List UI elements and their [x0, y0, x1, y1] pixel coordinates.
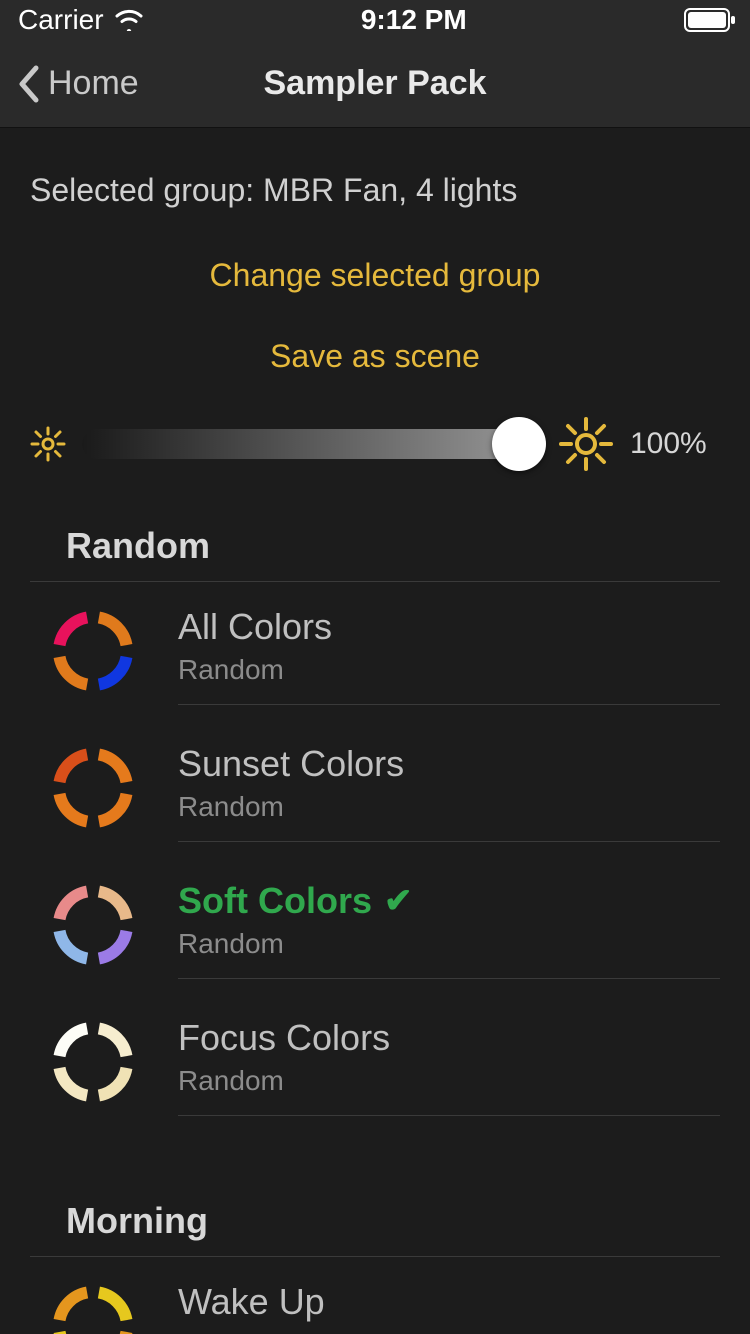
- brightness-high-icon: [558, 416, 614, 472]
- checkmark-icon: ✔: [384, 881, 413, 921]
- slider-track: [82, 429, 542, 459]
- color-ring-icon: [48, 880, 138, 970]
- list-item-title: All Colors: [178, 606, 720, 648]
- battery-icon: [684, 8, 736, 32]
- section-header: Random: [30, 525, 720, 582]
- list-item-text: Sunset Colors Random: [178, 733, 720, 842]
- list-item[interactable]: Focus Colors Random: [30, 993, 720, 1130]
- list-item-title: Soft Colors✔: [178, 880, 720, 922]
- list-item-text: Soft Colors✔ Random: [178, 870, 720, 979]
- list-item[interactable]: Soft Colors✔ Random: [30, 856, 720, 993]
- list-item[interactable]: Sunset Colors Random: [30, 719, 720, 856]
- save-scene-button[interactable]: Save as scene: [0, 338, 750, 375]
- status-left: Carrier: [18, 4, 144, 36]
- wifi-icon: [114, 9, 144, 31]
- color-ring-icon: [48, 1281, 138, 1334]
- list-item-title: Wake Up: [178, 1281, 720, 1323]
- list-item-title: Sunset Colors: [178, 743, 720, 785]
- list-item-title: Focus Colors: [178, 1017, 720, 1059]
- color-ring-icon: [48, 1017, 138, 1107]
- section: Random All Colors Random Sunset Colors Rando…: [0, 525, 750, 1130]
- list-item-text: Wake Up Morning: [178, 1271, 720, 1334]
- brightness-slider[interactable]: [82, 415, 542, 473]
- list-item[interactable]: Wake Up Morning: [30, 1257, 720, 1334]
- list-item-subtitle: Morning: [178, 1329, 720, 1334]
- color-ring-icon: [48, 743, 138, 833]
- list-item-subtitle: Random: [178, 654, 720, 686]
- page-body: Selected group: MBR Fan, 4 lights Change…: [0, 128, 750, 1334]
- back-label: Home: [48, 64, 139, 103]
- carrier-label: Carrier: [18, 4, 104, 36]
- list-item-text: Focus Colors Random: [178, 1007, 720, 1116]
- list-item-text: All Colors Random: [178, 596, 720, 705]
- section: MorningWake UpMorningBreakfastMorning: [0, 1200, 750, 1334]
- change-group-button[interactable]: Change selected group: [0, 257, 750, 294]
- list-item[interactable]: All Colors Random: [30, 582, 720, 719]
- list-item-subtitle: Random: [178, 928, 720, 960]
- color-ring-icon: [48, 606, 138, 696]
- selected-group-label: Selected group: MBR Fan, 4 lights: [0, 172, 750, 209]
- nav-bar: Home Sampler Pack: [0, 40, 750, 128]
- status-bar: Carrier 9:12 PM: [0, 0, 750, 40]
- chevron-left-icon: [16, 64, 40, 104]
- brightness-low-icon: [30, 426, 66, 462]
- back-button[interactable]: Home: [0, 64, 139, 104]
- list-item-subtitle: Random: [178, 791, 720, 823]
- list-item-subtitle: Random: [178, 1065, 720, 1097]
- brightness-value-label: 100%: [630, 427, 720, 461]
- slider-thumb[interactable]: [492, 417, 546, 471]
- clock-label: 9:12 PM: [361, 4, 467, 36]
- status-right: [684, 8, 736, 32]
- brightness-row: 100%: [0, 415, 750, 473]
- section-header: Morning: [30, 1200, 720, 1257]
